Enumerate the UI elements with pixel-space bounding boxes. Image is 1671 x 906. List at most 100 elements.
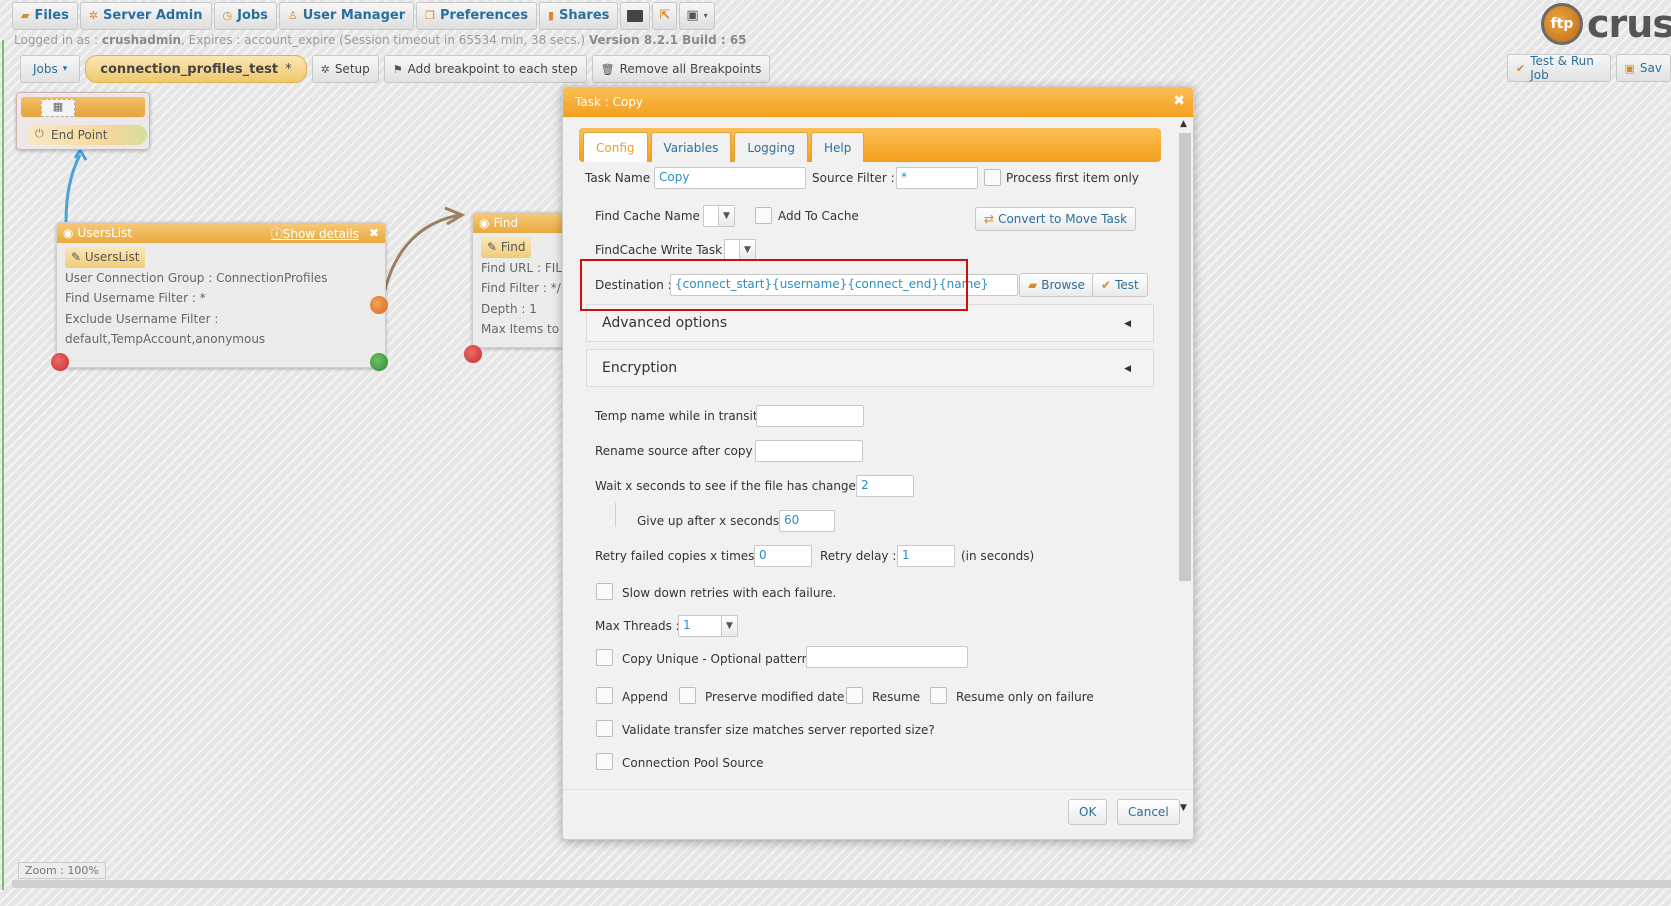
destination-highlight (580, 259, 968, 311)
browse-label: Browse (1041, 278, 1085, 292)
copy-unique-input[interactable] (806, 646, 968, 668)
crush-logo: ftp crush (1541, 0, 1671, 48)
chevron-down-icon[interactable]: ▼ (1180, 803, 1187, 813)
image-menu-button[interactable]: ▣ ▾ (679, 1, 715, 30)
test-label: Test (1115, 278, 1139, 292)
chevron-down-icon: ▼ (718, 206, 734, 226)
userslist-pill: ✎ UsersList (65, 247, 146, 268)
temp-name-input[interactable] (756, 405, 864, 427)
browse-button[interactable]: ▰ Browse (1019, 273, 1094, 297)
save-button[interactable]: ▣ Sav (1615, 54, 1671, 82)
find-pill: ✎ Find (481, 237, 532, 258)
append-label: Append (622, 690, 669, 704)
tab-variables[interactable]: Variables (650, 132, 732, 162)
error-port[interactable] (51, 353, 69, 371)
indent-guide (615, 503, 616, 527)
retry-label: Retry failed copies x times : (595, 549, 763, 563)
node-line: Max Items to F (481, 322, 570, 336)
temp-name-label: Temp name while in transit : (595, 409, 766, 423)
node-line: default,TempAccount,anonymous (65, 332, 266, 346)
terminal-icon (627, 9, 644, 22)
resume-failure-checkbox[interactable] (930, 687, 947, 704)
dialog-header: Task : Copy (563, 87, 1193, 117)
folder-open-icon: ▰ (1028, 278, 1038, 292)
encryption-label: Encryption (602, 360, 678, 376)
dialog-title: Task : Copy (575, 95, 644, 109)
ok-button[interactable]: OK (1068, 799, 1108, 825)
validate-size-label: Validate transfer size matches server re… (622, 723, 935, 737)
slow-down-checkbox[interactable] (596, 583, 613, 600)
add-to-cache-label: Add To Cache (778, 209, 859, 223)
error-port[interactable] (464, 345, 482, 363)
pencil-icon: ✎ (487, 240, 501, 254)
resume-checkbox[interactable] (846, 687, 863, 704)
chevron-down-icon: ▼ (721, 616, 737, 636)
task-name-input[interactable]: Copy (654, 167, 806, 189)
advanced-options-label: Advanced options (602, 315, 728, 331)
triangle-left-icon: ◀ (1124, 319, 1131, 329)
end-point-node[interactable]: ▦ End Point ⏻ (16, 92, 150, 150)
close-icon[interactable]: ✖ (1173, 93, 1185, 109)
show-details-link[interactable]: ⓘShow details (271, 225, 359, 242)
findcache-write-label: FindCache Write Task : (595, 243, 730, 257)
scrollbar-thumb[interactable] (1179, 133, 1191, 581)
task-dialog: Task : Copy ✖ Config Variables Logging H… (562, 86, 1194, 840)
tab-config[interactable]: Config (583, 132, 648, 162)
append-checkbox[interactable] (596, 687, 613, 704)
retry-delay-label: Retry delay : (820, 549, 897, 563)
userslist-title: UsersList (77, 226, 133, 240)
userslist-node[interactable]: ◉ UsersList ⓘShow details ✖ ✎ UsersList … (56, 222, 386, 368)
validate-size-checkbox[interactable] (596, 720, 613, 737)
find-title: Find (493, 216, 519, 230)
findcache-write-select[interactable]: ▼ (724, 239, 756, 261)
dialog-scrollbar[interactable]: ▲ ▼ (1178, 119, 1192, 815)
logo-text: crush (1587, 2, 1671, 46)
image-icon: ▣ (686, 8, 699, 23)
check-circle-icon: ✔ (1101, 278, 1112, 292)
power-icon: ⏻ (35, 127, 44, 140)
max-threads-select[interactable]: 1 ▼ (678, 615, 738, 637)
node-line: Find URL : FILE (481, 260, 570, 275)
preserve-date-checkbox[interactable] (679, 687, 696, 704)
find-pill-label: Find (500, 240, 526, 254)
retry-input[interactable]: 0 (754, 545, 812, 567)
source-filter-input[interactable]: * (896, 167, 978, 189)
remove-breakpoints-label: Remove all Breakpoints (619, 62, 762, 76)
encryption-accordion[interactable]: Encryption ◀ (586, 349, 1154, 387)
giveup-input[interactable]: 60 (779, 510, 835, 532)
tab-logging[interactable]: Logging (734, 132, 808, 162)
node-line: Exclude Username Filter : (65, 311, 219, 326)
userslist-header: ◉ UsersList ⓘShow details ✖ (57, 223, 385, 243)
test-run-button[interactable]: ✔ Test & Run Job (1507, 54, 1611, 82)
share-link-button[interactable]: ⇱ (652, 1, 678, 30)
task-name-label: Task Name : (585, 171, 658, 185)
find-node[interactable]: ◉ Find ✎ Find Find URL : FILE Find Filte… (472, 212, 572, 348)
success-port[interactable] (370, 353, 388, 371)
close-icon[interactable]: ✖ (369, 226, 379, 240)
step-icon: ◉ (479, 216, 490, 230)
slow-down-label: Slow down retries with each failure. (622, 586, 837, 600)
tab-help[interactable]: Help (810, 132, 865, 162)
process-first-checkbox[interactable] (984, 169, 1001, 186)
copy-unique-checkbox[interactable] (596, 649, 613, 666)
retry-delay-input[interactable]: 1 (897, 545, 955, 567)
convert-icon: ⇄ (984, 212, 995, 226)
resume-failure-label: Resume only on failure (956, 690, 1094, 704)
cancel-button[interactable]: Cancel (1117, 799, 1180, 825)
process-first-label: Process first item only (1006, 171, 1139, 185)
output-port[interactable] (370, 296, 388, 314)
wait-input[interactable]: 2 (856, 475, 914, 497)
terminal-button[interactable] (620, 1, 651, 30)
test-button[interactable]: ✔ Test (1092, 273, 1148, 297)
node-line: Depth : 1 (481, 301, 537, 316)
convert-move-button[interactable]: ⇄ Convert to Move Task (975, 207, 1137, 231)
rename-source-input[interactable] (755, 440, 863, 462)
find-cache-select[interactable]: ▼ (703, 205, 735, 227)
chevron-up-icon[interactable]: ▲ (1180, 119, 1187, 129)
add-to-cache-checkbox[interactable] (755, 207, 772, 224)
connection-pool-checkbox[interactable] (596, 753, 613, 770)
canvas-scrollbar[interactable] (12, 880, 1671, 888)
test-run-label: Test & Run Job (1530, 54, 1594, 82)
chevron-down-icon: ▼ (739, 240, 755, 260)
end-point-header (21, 97, 145, 117)
